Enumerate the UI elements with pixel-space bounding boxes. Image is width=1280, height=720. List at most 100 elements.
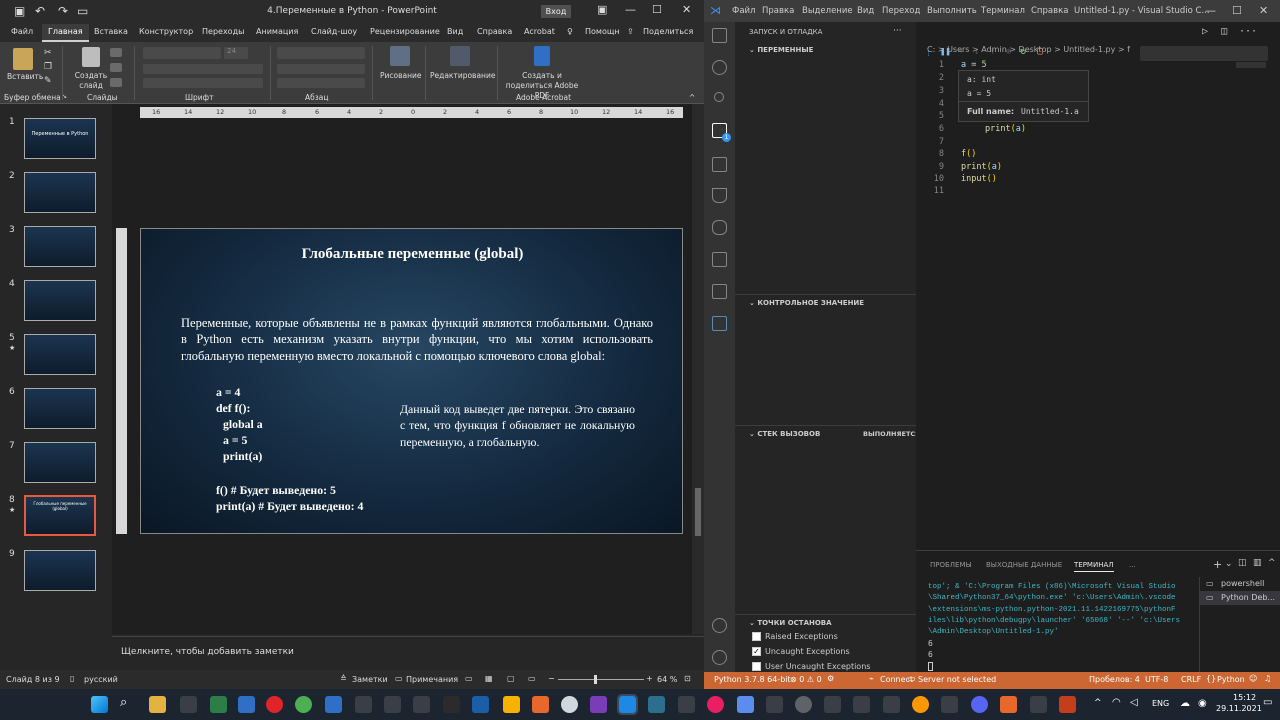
font-format-buttons[interactable] (143, 64, 263, 74)
tab-transitions[interactable]: Переходы (202, 27, 244, 36)
taskbar-app-icon[interactable] (853, 696, 870, 713)
split-terminal-icon[interactable]: ◫ (1238, 558, 1247, 568)
minimap[interactable] (1236, 62, 1266, 68)
terminal-list-item-active[interactable]: Python Deb... (1221, 593, 1275, 602)
menu-go[interactable]: Переход (882, 6, 920, 16)
feedback-icon[interactable]: ☺ (1249, 674, 1257, 683)
panel-more-icon[interactable]: ... (1129, 561, 1136, 569)
slide-thumbnail[interactable]: Переменные в Python (24, 118, 96, 159)
minimize-icon[interactable]: — (625, 3, 636, 16)
taskbar-app-icon[interactable] (443, 696, 460, 713)
tab-home[interactable]: Главная (42, 24, 89, 42)
collapse-ribbon-icon[interactable]: ^ (689, 93, 695, 102)
tab-file[interactable]: Файл (11, 27, 33, 36)
spacing-buttons[interactable] (277, 78, 365, 88)
zoom-slider-thumb[interactable] (594, 675, 597, 684)
taskbar-app-icon[interactable] (766, 696, 783, 713)
taskbar-app-icon[interactable] (1000, 696, 1017, 713)
section-watch[interactable]: ⌄ КОНТРОЛЬНОЕ ЗНАЧЕНИЕ (735, 294, 916, 312)
format-painter-icon[interactable]: ✎ (44, 76, 52, 86)
share-icon[interactable]: ⇪ (627, 27, 634, 36)
menu-selection[interactable]: Выделение (802, 6, 853, 16)
ribbon-display-icon[interactable]: ▣ (597, 3, 607, 16)
checkbox-raised[interactable] (752, 632, 761, 641)
taskbar-app-icon[interactable] (795, 696, 812, 713)
fit-slide-icon[interactable]: ⊡ (684, 674, 691, 683)
new-slide-icon[interactable] (82, 47, 100, 67)
close-icon[interactable]: ✕ (1259, 4, 1268, 17)
visual-studio-icon[interactable] (590, 696, 607, 713)
editing-button[interactable]: Редактирование (430, 71, 495, 80)
maximize-icon[interactable]: ☐ (1232, 4, 1242, 17)
section-variables[interactable]: ⌄ ПЕРЕМЕННЫЕ (735, 42, 916, 60)
align-buttons[interactable] (277, 64, 365, 74)
split-editor-icon[interactable]: ◫ (1221, 26, 1227, 37)
section-breakpoints[interactable]: ⌄ ТОЧКИ ОСТАНОВА (735, 614, 916, 632)
volume-icon[interactable]: ◁ (1130, 697, 1138, 708)
cut-icon[interactable]: ✂ (44, 48, 52, 58)
clock-date[interactable]: 29.11.2021 (1216, 704, 1262, 713)
normal-view-icon[interactable]: ▭ (465, 674, 473, 683)
section-icon[interactable] (110, 78, 122, 87)
slide-thumbnail[interactable] (24, 550, 96, 591)
terminal-output[interactable]: top'; & 'C:\Program Files (x86)\Microsof… (928, 582, 1190, 638)
scrollbar[interactable] (692, 104, 704, 634)
problems-count[interactable]: ⊗ 0 ⚠ 0 (790, 675, 822, 684)
tab-view[interactable]: Вид (447, 27, 463, 36)
slide-thumbnail[interactable] (24, 442, 96, 483)
taskbar-app-icon[interactable] (707, 696, 724, 713)
adobe-pdf-icon[interactable] (534, 46, 550, 66)
checkbox-user-uncaught[interactable] (752, 662, 761, 671)
font-color-buttons[interactable] (143, 78, 263, 88)
more-actions-icon[interactable]: ··· (893, 26, 902, 36)
server-icon[interactable]: ▭ (908, 674, 916, 683)
connect-icon[interactable]: ⌁ (869, 674, 874, 683)
tab-problems[interactable]: ПРОБЛЕМЫ (930, 561, 972, 569)
taskbar-app-icon[interactable] (912, 696, 929, 713)
extensions-icon[interactable] (712, 157, 727, 172)
tab-terminal[interactable]: ТЕРМИНАЛ (1074, 561, 1114, 572)
login-button[interactable]: Вход (541, 5, 571, 18)
notes-button[interactable]: Заметки (352, 675, 388, 684)
slide-thumbnail[interactable] (24, 226, 96, 267)
zoom-out-icon[interactable]: − (548, 674, 555, 683)
zoom-in-icon[interactable]: + (646, 674, 653, 683)
maximize-panel-icon[interactable]: ^ (1268, 558, 1276, 568)
braces-icon[interactable]: {} (1206, 674, 1216, 683)
search-icon[interactable] (712, 60, 727, 75)
taskbar-app-icon[interactable] (325, 696, 342, 713)
taskbar-app-icon[interactable] (648, 696, 665, 713)
checkbox-uncaught-checked[interactable]: ✓ (752, 647, 761, 656)
paste-button[interactable]: Вставить (7, 72, 43, 81)
account-icon[interactable] (712, 618, 727, 633)
testing-icon[interactable] (712, 188, 727, 203)
language-status[interactable]: русский (84, 675, 118, 684)
menu-edit[interactable]: Правка (762, 6, 794, 16)
tab-animation[interactable]: Анимация (256, 27, 298, 36)
chevron-down-icon[interactable]: ⌄ (1225, 559, 1233, 569)
tab-insert[interactable]: Вставка (94, 27, 128, 36)
keyboard-language[interactable]: ENG (1152, 699, 1169, 708)
breadcrumb[interactable]: C: > Users > Admin > Desktop > Untitled-… (927, 45, 1130, 54)
file-explorer-icon[interactable] (149, 696, 166, 713)
paste-icon[interactable] (13, 48, 33, 70)
tab-slideshow[interactable]: Слайд-шоу (311, 27, 357, 36)
terminal-list-item[interactable]: powershell (1221, 579, 1264, 588)
comments-icon[interactable]: ▭ (395, 674, 403, 683)
slide-thumbnail[interactable] (24, 280, 96, 321)
taskbar-app-icon[interactable] (355, 696, 372, 713)
menu-help[interactable]: Справка (1031, 6, 1068, 16)
tab-review[interactable]: Рецензирование (370, 27, 440, 36)
drawing-button[interactable]: Рисование (380, 71, 422, 80)
taskbar-app-icon[interactable] (737, 696, 754, 713)
server-status[interactable]: Server not selected (918, 675, 996, 684)
chrome-icon[interactable] (295, 696, 312, 713)
tab-help[interactable]: Справка (477, 27, 512, 36)
slide-paragraph[interactable]: Переменные, которые объявлены не в рамка… (181, 315, 653, 364)
explorer-icon[interactable] (712, 28, 727, 43)
tab-design[interactable]: Конструктор (139, 27, 193, 36)
python-icon[interactable] (712, 316, 727, 331)
more-actions-icon[interactable]: ··· (1239, 26, 1257, 37)
slideshow-view-icon[interactable]: ▭ (528, 674, 536, 683)
slide-thumbnail[interactable] (24, 172, 96, 213)
